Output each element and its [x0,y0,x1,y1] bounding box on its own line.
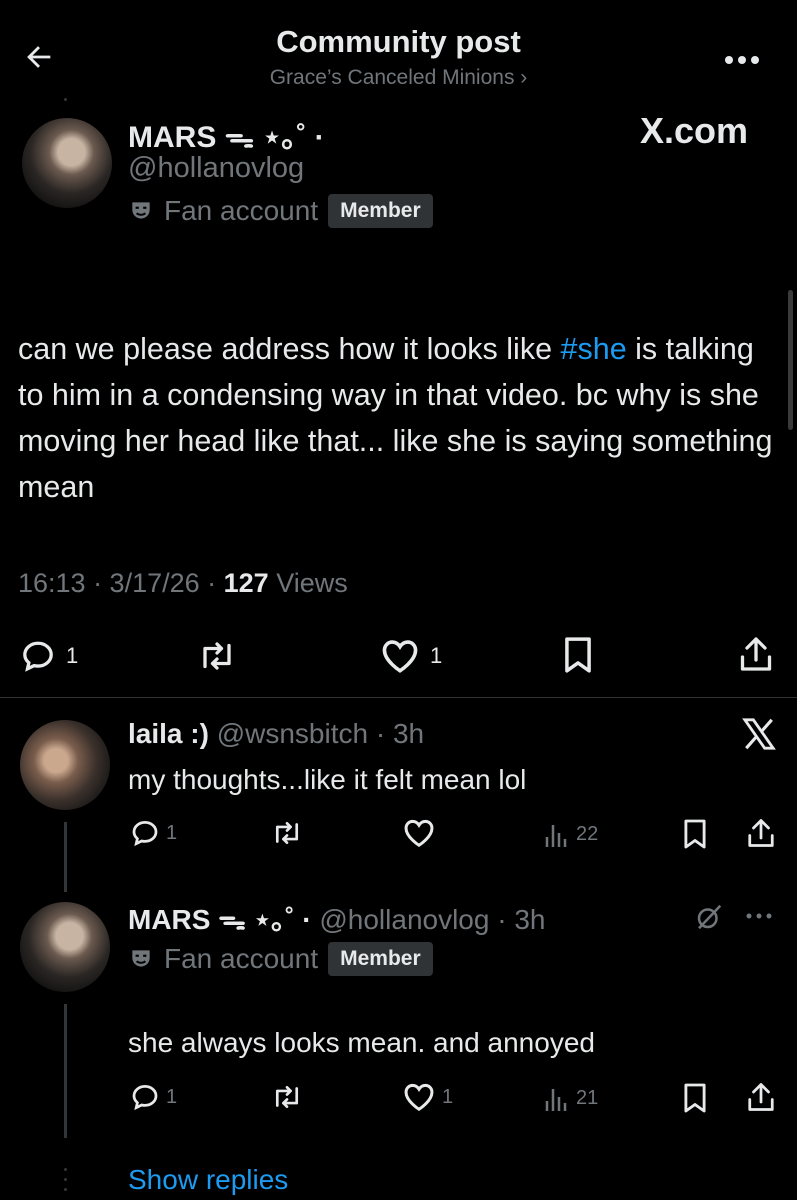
repost-icon [203,642,231,670]
like-count: 1 [442,1085,454,1108]
member-badge: Member [328,942,433,976]
fan-account-row: Fan account Member [128,942,433,976]
views-label: Views [268,568,348,598]
x-logo-icon [742,718,776,750]
reply-button[interactable]: 1 [20,638,78,674]
views-button[interactable]: 21 [544,1084,598,1112]
post-meta: 16:13 · 3/17/26 · 127 Views [18,568,348,599]
share-button[interactable] [738,634,774,674]
reply-button[interactable]: 1 [130,1082,177,1112]
reply-text: she always looks mean. and annoyed [128,1027,595,1058]
mask-icon [132,202,150,219]
fan-account-label: Fan account [164,943,319,974]
reply-author-name[interactable]: laila :) [128,718,209,749]
avatar[interactable] [22,118,112,208]
community-link[interactable]: Grace’s Canceled Minions › [0,66,797,90]
share-icon [748,1083,774,1111]
share-icon [748,819,774,847]
reply-text: my thoughts...like it felt mean lol [128,764,527,795]
reply-icon [132,1084,158,1111]
hashtag-link[interactable]: #she [561,332,627,366]
avatar[interactable] [20,720,110,810]
bookmark-icon [684,1083,706,1113]
more-options-icon[interactable] [744,911,774,921]
post-text: can we please address how it looks like … [18,326,783,510]
thread-dot [64,1178,67,1181]
analytics-icon [545,1089,567,1111]
watermark: X.com [640,110,749,151]
view-count: 21 [576,1086,599,1109]
heart-icon [382,640,418,673]
bookmark-button[interactable] [562,636,594,674]
repost-icon [275,1085,299,1109]
reply-icon [23,641,53,672]
bookmark-icon [684,819,706,849]
reply-handle-time[interactable]: @hollanovlog · 3h [319,904,545,935]
thread-dot [64,1188,67,1191]
fan-account-row: Fan account Member [128,194,433,228]
grok-icon[interactable] [694,902,724,932]
bookmark-icon [565,637,591,673]
views-count: 127 [223,568,269,598]
divider [0,697,797,698]
reply-count: 1 [66,643,79,668]
post-timestamp: 16:13 · 3/17/26 · [18,568,224,598]
reply-header: laila :) @wsnsbitch · 3h [128,718,424,750]
thread-line [64,822,67,892]
show-replies-link[interactable]: Show replies [128,1164,288,1196]
scrollbar[interactable] [788,290,793,430]
reply-icon [132,820,158,847]
bookmark-button[interactable] [682,1082,708,1114]
author-handle[interactable]: @hollanovlog [128,152,304,185]
page-title: Community post [276,24,521,59]
repost-button[interactable] [196,638,238,674]
analytics-icon [545,825,567,847]
repost-button[interactable] [270,818,304,848]
like-count: 1 [430,643,443,668]
repost-icon [275,821,299,845]
share-button[interactable] [746,1080,776,1114]
share-button[interactable] [746,816,776,850]
reply-handle-time[interactable]: @wsnsbitch · 3h [217,718,424,749]
reply-count: 1 [166,1085,178,1108]
like-button[interactable]: 1 [402,1082,453,1112]
reply-count: 1 [166,821,178,844]
fan-account-label: Fan account [164,195,319,226]
thread-dot [64,1168,67,1171]
mask-icon [132,950,150,967]
view-count: 22 [576,822,599,845]
heart-icon [404,1083,434,1112]
share-icon [740,637,772,671]
post-text-start: can we please address how it looks like [18,332,561,366]
reply-header: MARS ᯓ ⋆｡˚ · @hollanovlog · 3h [128,898,545,938]
bookmark-button[interactable] [682,818,708,850]
thread-line [64,1004,67,1138]
reply-button[interactable]: 1 [130,818,177,848]
views-button[interactable]: 22 [544,820,598,848]
member-badge: Member [328,194,433,228]
heart-icon [404,819,434,848]
repost-button[interactable] [270,1082,304,1112]
author-name[interactable]: MARS ᯓ ⋆｡˚ · [128,112,325,156]
like-button[interactable] [402,818,436,848]
like-button[interactable]: 1 [380,638,442,674]
more-options-icon[interactable] [722,53,762,67]
reply-author-name[interactable]: MARS ᯓ ⋆｡˚ · [128,904,312,935]
avatar[interactable] [20,902,110,992]
